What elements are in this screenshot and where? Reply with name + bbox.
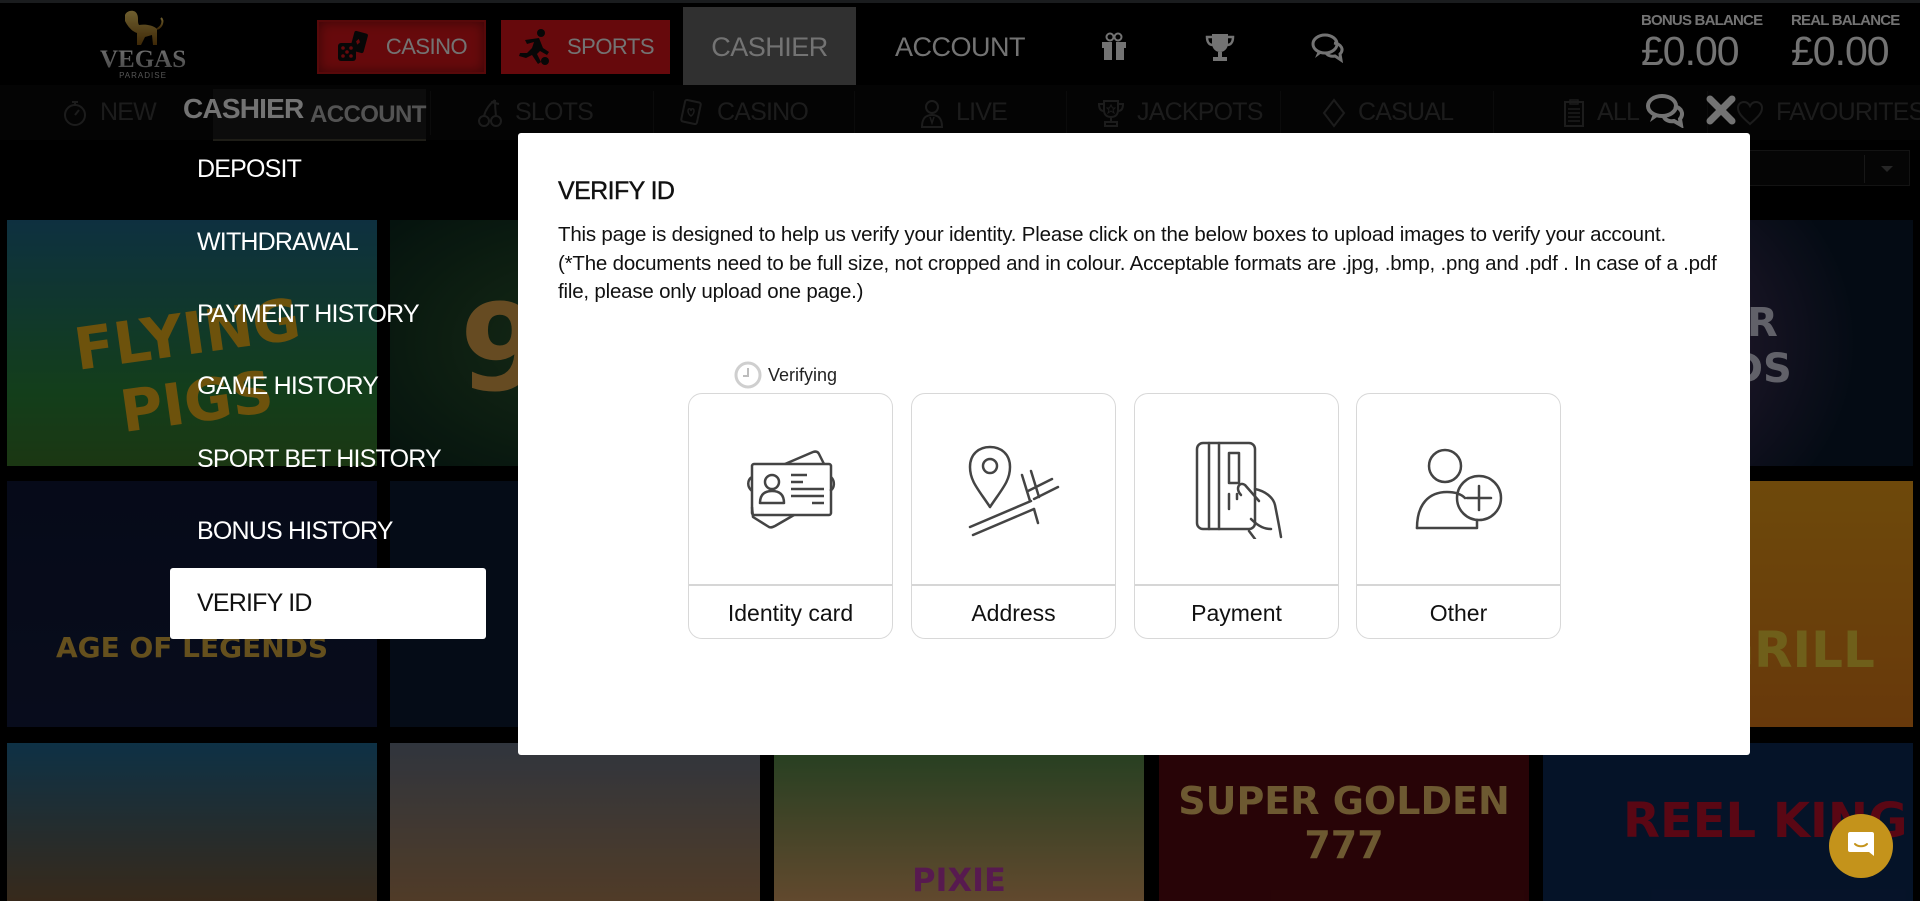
casino-button[interactable]: CASINO xyxy=(317,20,486,74)
category-divider xyxy=(1066,91,1067,135)
top-header: VEGAS PARADISE CASINO SPORTS CASHIER ACC… xyxy=(0,0,1920,88)
sidebar-item-deposit[interactable]: DEPOSIT xyxy=(197,155,302,184)
chat-icon[interactable] xyxy=(1310,29,1346,65)
trophy-icon[interactable] xyxy=(1202,29,1238,65)
bonus-balance-label: BONUS BALANCE xyxy=(1641,12,1763,29)
logo[interactable]: VEGAS PARADISE xyxy=(100,9,186,85)
upload-address[interactable]: Address xyxy=(911,393,1116,639)
chevron-down-icon xyxy=(1881,166,1893,172)
sidebar-item-label: VERIFY ID xyxy=(197,589,312,617)
status-label: Verifying xyxy=(768,364,838,385)
card-label: Identity card xyxy=(727,599,854,626)
verify-id-modal: VERIFY ID This page is designed to help … xyxy=(518,133,1750,755)
sidebar-item-withdrawal[interactable]: WITHDRAWAL xyxy=(197,228,359,257)
game-tile[interactable]: SUPER GOLDEN 777 xyxy=(1159,743,1529,901)
category-all[interactable]: ALL xyxy=(1563,85,1640,140)
card-label: Address xyxy=(971,599,1056,626)
real-balance-label: REAL BALANCE xyxy=(1791,12,1900,29)
id-card-icon xyxy=(746,450,835,529)
footballer-icon xyxy=(518,29,549,65)
category-casual[interactable]: CASUAL xyxy=(1322,85,1454,140)
casino-label: CASINO xyxy=(385,34,468,59)
category-divider xyxy=(653,91,654,135)
category-slots-label: SLOTS xyxy=(515,98,594,126)
map-pin-icon xyxy=(968,445,1059,537)
category-new[interactable]: NEW xyxy=(62,85,157,140)
cashier-panel-title: CASHIER xyxy=(183,93,304,124)
account-panel-tab[interactable]: ACCOUNT xyxy=(310,101,426,129)
category-live-label: LIVE xyxy=(956,98,1008,126)
sidebar-item-sport-bet-history[interactable]: SPORT BET HISTORY xyxy=(197,445,442,474)
category-jackpots-label: JACKPOTS xyxy=(1137,98,1263,126)
nav-cashier[interactable]: CASHIER xyxy=(683,7,856,88)
sidebar-item-verify-id[interactable]: VERIFY ID xyxy=(170,568,486,639)
category-casino[interactable]: CASINO xyxy=(677,85,809,140)
category-divider xyxy=(430,91,431,135)
sidebar-item-game-history[interactable]: GAME HISTORY xyxy=(197,372,379,401)
bonus-balance-value: £0.00 xyxy=(1641,28,1740,74)
card-label: Payment xyxy=(1191,599,1282,626)
category-jackpots[interactable]: JACKPOTS xyxy=(1097,85,1263,140)
card-label: Other xyxy=(1429,599,1488,626)
clock-icon xyxy=(734,361,762,389)
dealer-icon xyxy=(920,99,944,128)
category-casino-label: CASINO xyxy=(717,98,809,126)
category-live[interactable]: LIVE xyxy=(920,85,1008,140)
cards-icon xyxy=(680,98,702,125)
chat-bubble-icon xyxy=(1848,832,1874,856)
category-slots[interactable]: SLOTS xyxy=(477,85,594,140)
chat-icon[interactable] xyxy=(1644,92,1688,133)
category-favourites[interactable]: FAVOURITES xyxy=(1736,85,1920,140)
category-casual-label: CASUAL xyxy=(1358,98,1454,126)
category-all-label: ALL xyxy=(1597,98,1640,126)
card-in-hand-icon xyxy=(1195,441,1282,539)
heart-icon xyxy=(1736,100,1764,125)
nav-cashier-label: CASHIER xyxy=(711,32,828,62)
real-balance-value: £0.00 xyxy=(1791,28,1890,74)
clipboard-icon xyxy=(1564,98,1584,127)
dice-icon xyxy=(337,30,368,61)
game-tile[interactable] xyxy=(390,743,760,901)
nav-account[interactable]: ACCOUNT xyxy=(870,7,1050,88)
upload-payment[interactable]: Payment xyxy=(1134,393,1339,639)
game-tile[interactable] xyxy=(7,743,377,901)
live-chat-button[interactable] xyxy=(1829,814,1893,878)
sports-label: SPORTS xyxy=(566,34,655,59)
gift-icon[interactable] xyxy=(1096,29,1132,65)
bonus-balance: BONUS BALANCE £0.00 xyxy=(1641,12,1763,74)
modal-description: This page is designed to help us verify … xyxy=(558,223,1717,303)
sidebar-item-payment-history[interactable]: PAYMENT HISTORY xyxy=(197,300,420,329)
real-balance: REAL BALANCE £0.00 xyxy=(1791,12,1900,74)
sidebar-item-bonus-history[interactable]: BONUS HISTORY xyxy=(197,517,393,546)
trophy-icon xyxy=(1097,99,1125,127)
logo-brand: VEGAS xyxy=(100,46,187,73)
close-icon[interactable] xyxy=(1705,94,1737,131)
category-divider xyxy=(1493,91,1494,135)
game-tile[interactable]: PIXIE xyxy=(774,743,1144,901)
lion-icon xyxy=(125,10,164,45)
sports-button[interactable]: SPORTS xyxy=(501,20,670,74)
category-favourites-label: FAVOURITES xyxy=(1776,98,1920,126)
upload-identity-card[interactable]: Identity card xyxy=(688,393,893,639)
game-title: PIXIE xyxy=(912,861,1006,899)
category-divider xyxy=(1280,91,1281,135)
user-plus-icon xyxy=(1415,448,1502,530)
dropdown-divider xyxy=(1864,155,1865,183)
nav-account-label: ACCOUNT xyxy=(895,32,1026,62)
category-new-label: NEW xyxy=(100,98,157,126)
diamond-icon xyxy=(1322,97,1346,128)
game-title: SUPER GOLDEN 777 xyxy=(1178,779,1510,867)
stopwatch-icon xyxy=(64,100,86,126)
modal-title: VERIFY ID xyxy=(558,177,675,205)
upload-other[interactable]: Other xyxy=(1356,393,1561,639)
verification-status: Verifying xyxy=(734,361,837,389)
category-divider xyxy=(854,91,855,135)
cherry-icon xyxy=(478,98,502,127)
